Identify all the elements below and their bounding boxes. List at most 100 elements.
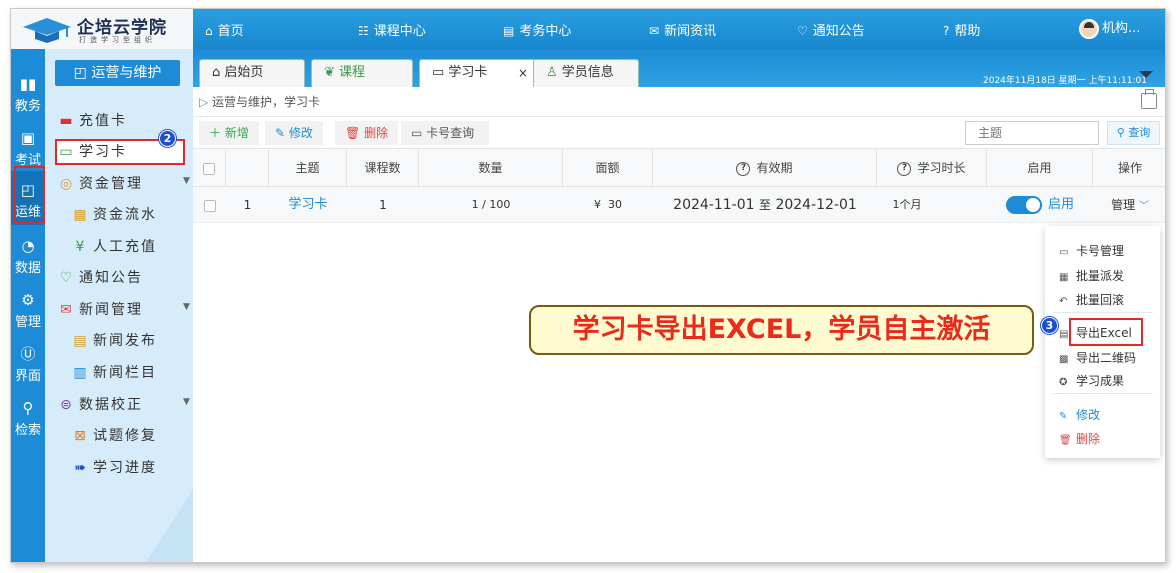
tabs-dropdown-icon[interactable] (1139, 71, 1153, 78)
row-manage-menu[interactable]: 管理 ﹀ (1093, 187, 1165, 223)
exam-icon: ▤ (503, 24, 515, 38)
app-window: 企培云学院 打造学习型组织 ⌂ 首页 ☷ 课程中心 ▤ 考务中心 ✉ 新闻资讯 ♡ 通知公… (10, 8, 1166, 563)
tab-start-page[interactable]: ⌂ 启始页 (199, 59, 305, 87)
news-icon: ✉ (60, 302, 72, 318)
rail-item-search[interactable]: ⚲ 检索 (11, 399, 45, 438)
menu-item-batch-rollback[interactable]: ↶ 批量回滚 (1059, 291, 1124, 308)
search-icon: ⚲ (1116, 126, 1129, 139)
submenu-item-data-correction[interactable]: ⊜ 数据校正 ▼ (57, 394, 190, 414)
chevron-down-icon: ﹀ (1138, 201, 1149, 212)
submenu-item-news-publish[interactable]: ▤ 新闻发布 (71, 330, 157, 350)
submenu-item-fund-management[interactable]: ◎ 资金管理 ▼ (57, 173, 190, 193)
column-header-title: 主题 (269, 149, 347, 187)
topnav-help[interactable]: ? 帮助 (943, 20, 980, 39)
topnav-news[interactable]: ✉ 新闻资讯 (649, 20, 716, 39)
index-header (226, 149, 269, 187)
topnav-exam-center[interactable]: ▤ 考务中心 (503, 20, 571, 39)
row-checkbox[interactable] (203, 199, 216, 212)
title-search-input[interactable] (965, 121, 1099, 145)
id-card-icon: ▭ (59, 144, 73, 160)
submenu-item-news-management[interactable]: ✉ 新闻管理 ▼ (57, 299, 190, 319)
top-bar: 企培云学院 打造学习型组织 ⌂ 首页 ☷ 课程中心 ▤ 考务中心 ✉ 新闻资讯 ♡ 通知公… (11, 9, 1165, 49)
chevron-down-icon: ▼ (183, 397, 190, 407)
user-menu[interactable]: 机构... (1079, 17, 1140, 39)
avatar (1079, 18, 1099, 39)
submenu-item-notice[interactable]: ♡ 通知公告 (57, 267, 143, 287)
card-icon: ▭ (411, 126, 427, 140)
submenu-item-recharge-card[interactable]: ▬ 充值卡 (57, 110, 127, 130)
row-select-cell[interactable] (193, 187, 226, 223)
grid-icon: ▦ (1059, 272, 1069, 283)
chevron-down-icon: ▼ (183, 176, 190, 186)
submenu-item-fund-flow[interactable]: ▦ 资金流水 (71, 204, 157, 224)
rail-item-exam[interactable]: ▣ 考试 (11, 129, 45, 168)
submenu-item-manual-recharge[interactable]: ¥ 人工充值 (71, 236, 157, 256)
topnav-home[interactable]: ⌂ 首页 (205, 20, 244, 39)
menu-divider (1053, 312, 1153, 313)
delete-button[interactable]: 🗑 删除 (335, 121, 399, 145)
card-icon: ▭ (1059, 247, 1069, 258)
exam-icon: ▣ (20, 129, 36, 147)
coins-icon: ◎ (59, 176, 73, 192)
menu-divider (1053, 393, 1153, 394)
select-all-cell[interactable] (193, 149, 226, 187)
repair-icon: ⊠ (74, 428, 86, 444)
menu-item-export-excel[interactable]: ▤ 导出Excel (1059, 324, 1132, 341)
highlight-box-rail (14, 166, 45, 224)
printer-icon[interactable] (1141, 89, 1157, 109)
submenu-item-learning-card[interactable]: ▭ 学习卡 (57, 141, 127, 161)
step-badge-2: 2 (159, 130, 176, 147)
rail-item-academic[interactable]: ▮▮ 教务 (11, 75, 45, 114)
rollback-icon: ↶ (1059, 296, 1068, 307)
select-all-checkbox[interactable] (203, 162, 215, 175)
topnav-course-center[interactable]: ☷ 课程中心 (358, 20, 426, 39)
column-header-amount: 面额 (563, 149, 653, 187)
menu-item-learning-results[interactable]: ✪ 学习成果 (1059, 372, 1124, 389)
enabled-toggle[interactable] (1005, 195, 1042, 214)
row-index: 1 (243, 198, 252, 212)
menu-item-card-management[interactable]: ▭ 卡号管理 (1059, 242, 1124, 259)
pencil-icon: ✎ (275, 126, 289, 140)
tab-course[interactable]: ❦ 课程 (311, 59, 413, 87)
correction-icon: ⊜ (60, 397, 72, 413)
notice-icon: ♡ (797, 24, 808, 38)
submenu-item-learning-progress[interactable]: ➠ 学习进度 (71, 457, 157, 477)
ui-icon: Ⓤ (20, 345, 36, 363)
submenu-item-news-column[interactable]: ▥ 新闻栏目 (71, 362, 157, 382)
decorative-corner (145, 489, 193, 562)
tab-learning-card[interactable]: ▭ 学习卡 × (419, 59, 537, 87)
add-button[interactable]: ＋ 新增 (199, 121, 259, 145)
row-title-link[interactable]: 学习卡 (269, 187, 347, 223)
breadcrumb: ▷ 运营与维护，学习卡 (193, 87, 1165, 117)
document-icon: ▤ (73, 333, 87, 349)
submenu-header[interactable]: ◰ 运营与维护 (55, 60, 180, 86)
tab-student-info[interactable]: ♙ 学员信息 (533, 59, 639, 87)
column-icon: ▥ (73, 365, 87, 381)
course-icon: ☷ (358, 24, 369, 38)
menu-item-delete[interactable]: 🗑 删除 (1059, 430, 1100, 447)
tabs-bar: ⌂ 启始页 ❦ 课程 ▭ 学习卡 × ♙ 学员信息 2024年11月18日 星期一… (193, 49, 1165, 87)
menu-item-batch-distribute[interactable]: ▦ 批量派发 (1059, 267, 1124, 284)
topnav-notice[interactable]: ♡ 通知公告 (797, 20, 865, 39)
submenu-item-question-repair[interactable]: ⊠ 试题修复 (71, 425, 157, 445)
id-card-icon: ▭ (432, 65, 449, 80)
plus-icon: ＋ (209, 126, 225, 140)
rail-item-ui[interactable]: Ⓤ 界面 (11, 345, 45, 384)
rail-item-data[interactable]: ◔ 数据 (11, 237, 45, 276)
column-header-actions: 操作 (1117, 161, 1142, 175)
menu-item-edit[interactable]: ✎ 修改 (1059, 406, 1100, 423)
help-icon: ? (736, 161, 751, 176)
mortarboard-logo-icon (23, 18, 71, 43)
help-icon: ? (897, 161, 912, 176)
column-header-enabled: 启用 (987, 149, 1093, 187)
card-icon: ▬ (59, 113, 73, 129)
menu-item-export-qrcode[interactable]: ▩ 导出二维码 (1059, 349, 1136, 366)
search-button[interactable]: ⚲ 查询 (1107, 121, 1160, 145)
card-number-query-button[interactable]: ▭ 卡号查询 (401, 121, 489, 145)
close-icon[interactable]: × (518, 60, 528, 86)
annotation-banner: 学习卡导出EXCEL，学员自主激活 (529, 305, 1034, 355)
edit-button[interactable]: ✎ 修改 (265, 121, 323, 145)
rail-item-admin[interactable]: ⚙ 管理 (11, 291, 45, 330)
trash-icon: 🗑 (1059, 435, 1072, 446)
home-icon: ⌂ (212, 65, 225, 80)
